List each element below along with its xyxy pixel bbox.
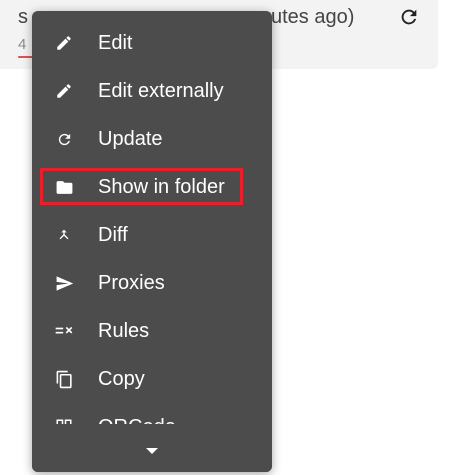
- menu-item-rules[interactable]: Rules: [32, 307, 272, 355]
- app-page: s utes ago) 4 Edit Edit externally Updat…: [0, 0, 474, 475]
- menu-item-label: Proxies: [98, 272, 165, 294]
- rules-icon: [54, 321, 74, 341]
- menu-item-label: Update: [98, 128, 163, 150]
- send-icon: [54, 273, 74, 293]
- pencil-icon: [54, 81, 74, 101]
- menu-item-proxies[interactable]: Proxies: [32, 259, 272, 307]
- merge-icon: [54, 225, 74, 245]
- caret-down-icon: [146, 448, 158, 454]
- pencil-icon: [54, 33, 74, 53]
- copy-icon: [54, 369, 74, 389]
- menu-item-diff[interactable]: Diff: [32, 211, 272, 259]
- menu-item-copy[interactable]: Copy: [32, 355, 272, 403]
- menu-item-label: Edit externally: [98, 80, 224, 102]
- menu-item-edit-externally[interactable]: Edit externally: [32, 67, 272, 115]
- menu-item-edit[interactable]: Edit: [32, 19, 272, 67]
- menu-item-label: Show in folder: [98, 176, 225, 198]
- menu-item-label: Diff: [98, 224, 128, 246]
- profile-context-menu: Edit Edit externally Update Show in fold…: [32, 11, 272, 472]
- refresh-button[interactable]: [396, 4, 422, 30]
- refresh-icon: [401, 9, 417, 25]
- profile-usage: 4: [18, 36, 27, 53]
- menu-item-label: Copy: [98, 368, 145, 390]
- menu-item-show-in-folder[interactable]: Show in folder: [32, 163, 272, 211]
- menu-item-update[interactable]: Update: [32, 115, 272, 163]
- scroll-down-button[interactable]: [144, 446, 160, 456]
- menu-list: Edit Edit externally Update Show in fold…: [32, 19, 272, 451]
- refresh-icon: [54, 129, 74, 149]
- profile-title: s: [18, 6, 28, 28]
- menu-item-label: Edit: [98, 32, 133, 54]
- profile-updated-time: utes ago): [271, 6, 355, 28]
- folder-icon: [54, 177, 74, 197]
- menu-item-label: Rules: [98, 320, 150, 342]
